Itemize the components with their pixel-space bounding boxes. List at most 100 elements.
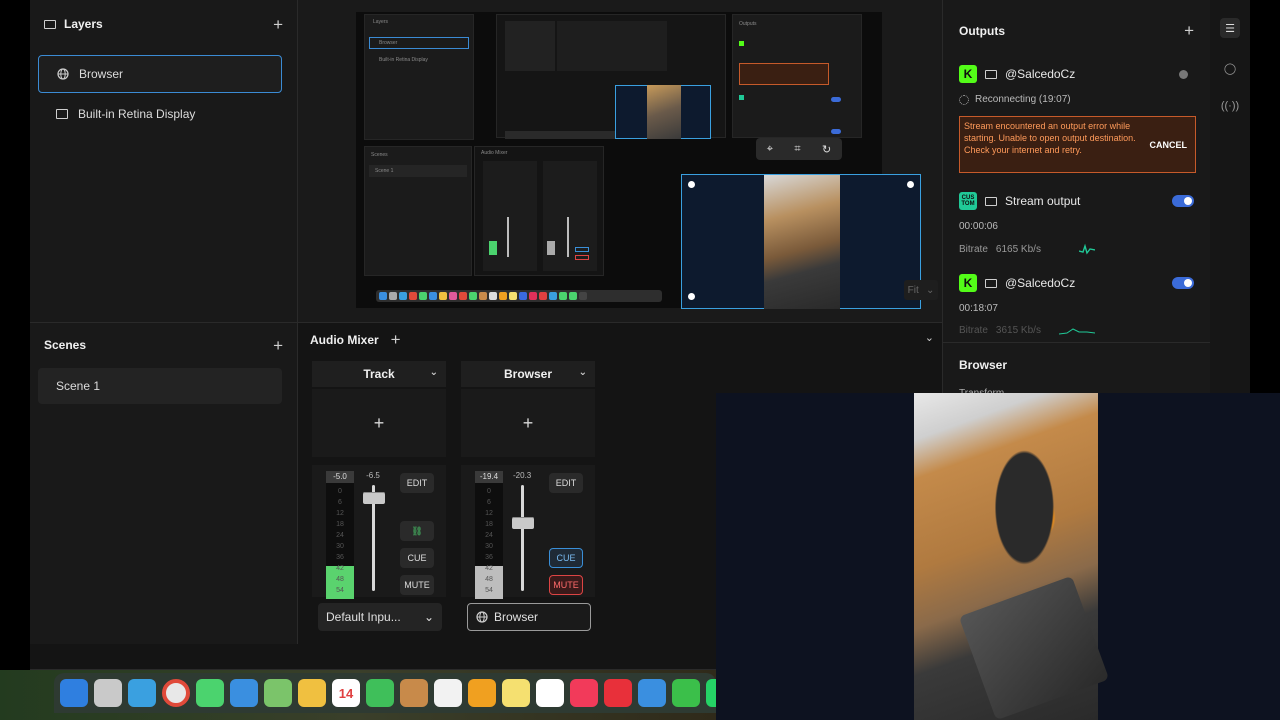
- finder-icon[interactable]: [60, 679, 88, 707]
- scenes-header: Scenes +: [44, 335, 283, 355]
- fader-track[interactable]: [521, 485, 524, 591]
- channel-header[interactable]: Track ⌄: [312, 361, 446, 387]
- edit-button[interactable]: EDIT: [400, 473, 434, 493]
- chat-icon[interactable]: ◯: [1220, 58, 1240, 78]
- add-output-button[interactable]: +: [1184, 22, 1194, 39]
- meter-scale-tick: 6: [487, 499, 491, 506]
- add-layer-button[interactable]: +: [273, 16, 283, 33]
- audio-mixer-title: Audio Mixer: [310, 332, 379, 347]
- launchpad-icon[interactable]: [94, 679, 122, 707]
- music-icon[interactable]: [570, 679, 598, 707]
- collapse-mixer-icon[interactable]: ⌄: [925, 331, 934, 344]
- pages-icon[interactable]: [468, 679, 496, 707]
- contacts-icon[interactable]: [400, 679, 428, 707]
- messages-icon[interactable]: [196, 679, 224, 707]
- safari-icon[interactable]: [128, 679, 156, 707]
- selected-browser-source[interactable]: [681, 174, 921, 309]
- add-filter-button[interactable]: +: [312, 389, 446, 457]
- output-item-kick-1[interactable]: K @SalcedoCz: [959, 64, 1194, 84]
- notes-icon[interactable]: [502, 679, 530, 707]
- channel-header[interactable]: Browser ⌄: [461, 361, 595, 387]
- output-item-kick-2[interactable]: K @SalcedoCz: [959, 273, 1194, 293]
- monitor-icon: [985, 196, 997, 206]
- layer-item-browser[interactable]: Browser: [38, 55, 282, 93]
- meter-value: -19.4: [475, 471, 503, 483]
- broadcast-icon[interactable]: ((·)): [1220, 96, 1240, 116]
- monitor-icon: [985, 278, 997, 288]
- select-cursor-icon[interactable]: ⌖: [767, 143, 773, 156]
- meter-scale-tick: 24: [485, 532, 493, 539]
- output-toggle[interactable]: [1172, 277, 1194, 289]
- audio-source-select[interactable]: Default Inpu... ⌄: [318, 603, 442, 631]
- photos-icon[interactable]: [298, 679, 326, 707]
- audio-source-select[interactable]: Browser: [467, 603, 591, 631]
- globe-icon: [476, 611, 488, 623]
- calendar-icon[interactable]: 14: [332, 679, 360, 707]
- audio-source-label: Browser: [494, 610, 539, 624]
- layers-header: Layers +: [44, 14, 283, 34]
- level-meter: -19.4 0 6 12 18 24 30 36 42 48 54: [475, 471, 503, 599]
- bitrate-label: Bitrate: [959, 325, 988, 336]
- resize-handle[interactable]: [907, 181, 914, 188]
- bitrate-label: Bitrate: [959, 243, 988, 255]
- source-toolbar: ⌖ ⌗ ↻: [756, 138, 842, 160]
- mini-scenes-panel: Scenes Scene 1: [364, 146, 472, 276]
- meter-scale-tick: 30: [336, 543, 344, 550]
- mute-button[interactable]: MUTE: [400, 575, 434, 595]
- layer-item-retina-display[interactable]: Built-in Retina Display: [38, 95, 282, 133]
- cue-button[interactable]: CUE: [549, 548, 583, 568]
- mute-button[interactable]: MUTE: [549, 575, 583, 595]
- mini-preview-area: [496, 14, 726, 139]
- outputs-header: Outputs +: [959, 22, 1194, 39]
- cue-button[interactable]: CUE: [400, 548, 434, 568]
- chevron-down-icon: ⌄: [925, 284, 935, 296]
- bitrate-row: Bitrate 3615 Kb/s: [959, 325, 1095, 336]
- chevron-down-icon: ⌄: [423, 610, 434, 624]
- maps-icon[interactable]: [264, 679, 292, 707]
- cancel-button[interactable]: CANCEL: [1150, 139, 1188, 151]
- meter-scale-tick: 42: [336, 565, 344, 572]
- news-icon[interactable]: [604, 679, 632, 707]
- output-toggle[interactable]: [1172, 195, 1194, 207]
- add-scene-button[interactable]: +: [273, 337, 283, 354]
- keynote-icon[interactable]: [638, 679, 666, 707]
- facetime-icon[interactable]: [366, 679, 394, 707]
- bitrate-value: 6165 Kb/s: [995, 243, 1041, 255]
- mail-icon[interactable]: [230, 679, 258, 707]
- output-time: 00:18:07: [959, 303, 998, 314]
- canvas-preview[interactable]: Layers Browser Built-in Retina Display O…: [298, 0, 942, 322]
- crop-icon[interactable]: ⌗: [794, 143, 800, 156]
- fader-knob[interactable]: [512, 517, 534, 529]
- edit-button[interactable]: EDIT: [549, 473, 583, 493]
- meter-scale-tick: 6: [338, 499, 342, 506]
- add-filter-button[interactable]: +: [461, 389, 595, 457]
- fit-label: Fit: [907, 284, 919, 296]
- kick-logo-icon: K: [959, 65, 977, 83]
- browser-source-video: [764, 175, 840, 309]
- meter-scale-tick: 42: [485, 565, 493, 572]
- output-name: Stream output: [1005, 194, 1081, 208]
- link-icon[interactable]: ⛓: [400, 521, 434, 541]
- meter-scale-tick: 0: [338, 488, 342, 495]
- numbers-icon[interactable]: [672, 679, 700, 707]
- resize-handle[interactable]: [688, 181, 695, 188]
- fader-value: -6.5: [366, 471, 380, 480]
- reminders-icon[interactable]: [434, 679, 462, 707]
- channel-controls: -19.4 0 6 12 18 24 30 36 42 48 54 -20.3 EDIT CUE …: [461, 465, 595, 599]
- resize-handle[interactable]: [688, 293, 695, 300]
- chrome-icon[interactable]: [162, 679, 190, 707]
- output-item-custom[interactable]: CUS TOM Stream output: [959, 191, 1194, 211]
- chevron-down-icon: ⌄: [429, 367, 438, 378]
- freeform-icon[interactable]: [536, 679, 564, 707]
- settings-sliders-icon[interactable]: ☰: [1220, 18, 1240, 38]
- meter-scale-tick: 12: [336, 510, 344, 517]
- meter-scale-tick: 0: [487, 488, 491, 495]
- divider: [943, 342, 1210, 343]
- divider: [30, 322, 297, 323]
- channel-name: Browser: [503, 367, 553, 381]
- scene-item[interactable]: Scene 1: [38, 368, 282, 404]
- add-audio-source-button[interactable]: +: [391, 331, 401, 348]
- fit-dropdown[interactable]: Fit ⌄: [904, 280, 938, 300]
- fader-knob[interactable]: [363, 492, 385, 504]
- rotate-icon[interactable]: ↻: [822, 143, 831, 156]
